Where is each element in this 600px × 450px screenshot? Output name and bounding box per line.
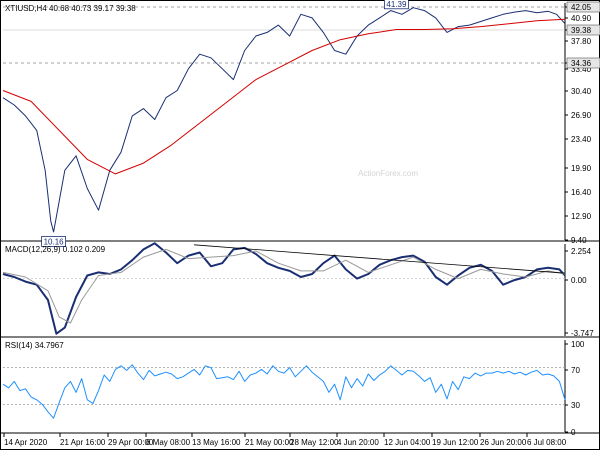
chart-window: 42.0540.9039.3837.8034.3633.4030.4026.90…	[0, 0, 600, 450]
y-tick-label: 23.40	[571, 135, 592, 144]
y-tick-label: 70	[571, 366, 580, 375]
chart-canvas: 42.0540.9039.3837.8034.3633.4030.4026.90…	[0, 0, 600, 450]
pane-header: XTIUSD,H4 40.68 40.73 39.17 39.38	[5, 4, 136, 13]
y-tick-label: 100	[571, 340, 585, 349]
x-tick-label: 4 Jun 20:00	[337, 438, 379, 447]
y-tick-label: 30.40	[571, 87, 592, 96]
series-line	[2, 242, 566, 335]
x-tick-label: 13 May 16:00	[192, 438, 241, 447]
level-tag-label: 34.36	[571, 59, 592, 68]
y-tick-label: -3.747	[571, 329, 594, 338]
y-tick-label: 26.90	[571, 111, 592, 120]
y-tick-label: 0.00	[571, 276, 587, 285]
y-tick-label: 19.90	[571, 164, 592, 173]
x-tick-label: 21 May 00:00	[245, 438, 294, 447]
y-tick-label: 16.40	[571, 188, 592, 197]
series-line	[2, 7, 566, 233]
x-tick-label: 6 Jul 08:00	[527, 438, 567, 447]
series-line	[2, 364, 566, 419]
x-tick-label: 28 May 12:00	[290, 438, 339, 447]
x-tick-label: 6 May 08:00	[146, 438, 191, 447]
chart-border	[0, 0, 600, 450]
x-tick-label: 19 Jun 12:00	[432, 438, 479, 447]
pane-header: MACD(12,26,9) 0.102 0.209	[5, 245, 106, 254]
y-tick-label: 12.90	[571, 212, 592, 221]
annotation-label: 41.39	[386, 0, 407, 9]
y-tick-label: 9.40	[571, 236, 587, 245]
y-tick-label: 30	[571, 401, 580, 410]
x-tick-label: 21 Apr 16:00	[60, 438, 106, 447]
y-tick-label: 37.80	[571, 37, 592, 46]
series-line	[2, 18, 566, 175]
x-tick-label: 14 Apr 2020	[4, 438, 48, 447]
level-tag-label: 42.05	[571, 3, 592, 12]
watermark: ActionForex.com	[358, 169, 418, 178]
y-tick-label: 40.90	[571, 14, 592, 23]
series-line	[2, 248, 566, 324]
pane-header: RSI(14) 34.7967	[5, 341, 64, 350]
x-tick-label: 12 Jun 04:00	[384, 438, 431, 447]
price-tag-label: 39.38	[571, 26, 592, 35]
x-tick-label: 26 Jun 20:00	[480, 438, 527, 447]
y-tick-label: 2.254	[571, 247, 592, 256]
